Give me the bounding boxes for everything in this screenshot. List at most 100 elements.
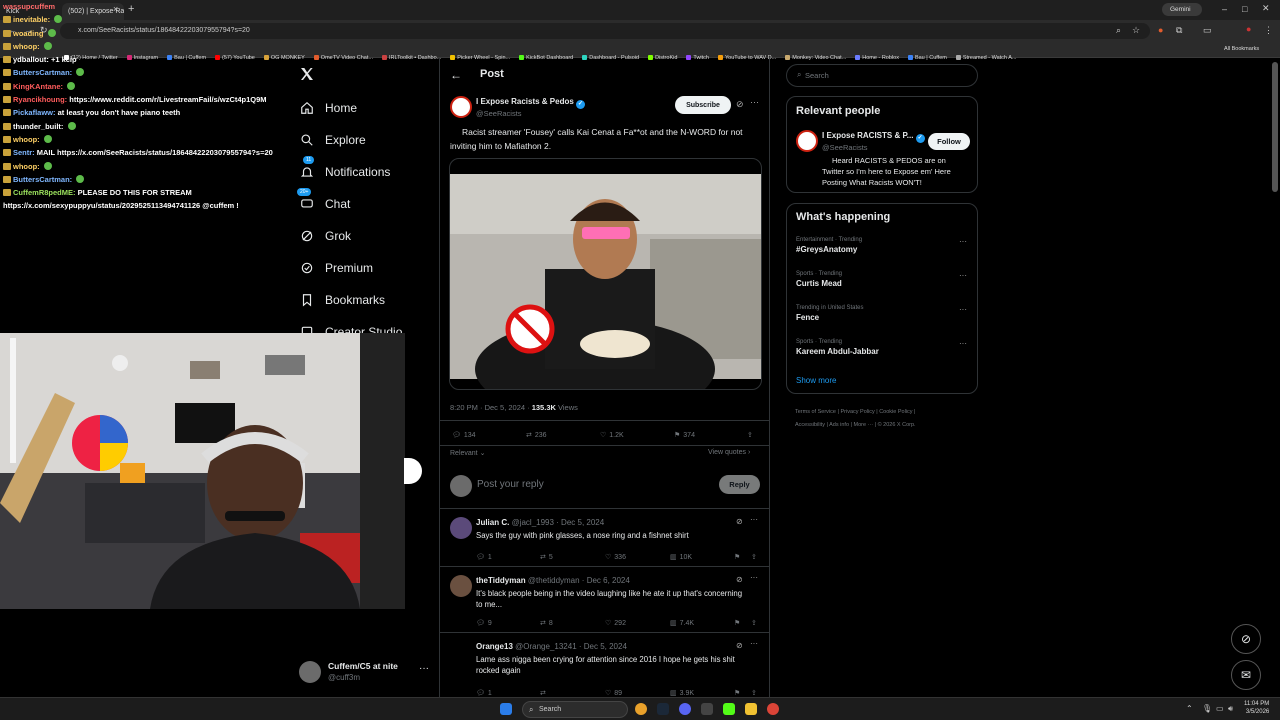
post-author-avatar[interactable] (450, 96, 472, 118)
share-icon[interactable]: ⇪ (751, 689, 757, 697)
bookmark-item[interactable]: OmeTV Video Chat... (313, 55, 373, 61)
menu-icon[interactable]: ⋮ (1264, 25, 1273, 36)
bookmark-action[interactable]: ⚑ 374 (674, 431, 695, 440)
reply-action[interactable]: 💬︎ 1 (476, 689, 492, 698)
grok-float-icon[interactable]: ⊘ (1231, 624, 1261, 654)
more-options-icon[interactable]: ··· (959, 237, 967, 246)
reply-action[interactable]: 💬︎ 1 (476, 553, 492, 562)
bookmark-icon[interactable]: ⚑ (734, 619, 740, 627)
footer-link[interactable]: © 2026 X Corp. (878, 422, 916, 428)
x-logo-icon[interactable] (299, 66, 317, 84)
more-options-icon[interactable]: ··· (959, 305, 967, 314)
repost-action[interactable]: ⇄ (540, 689, 549, 697)
kick-app-icon[interactable] (723, 703, 735, 715)
bookmark-icon[interactable]: ⚑ (734, 553, 740, 561)
post-video[interactable] (449, 158, 762, 390)
volume-icon[interactable]: 🔊︎ (1228, 704, 1233, 714)
nav-item-notifications[interactable]: Notifications (299, 160, 390, 184)
show-more-link[interactable]: Show more (796, 376, 836, 385)
trend-item[interactable]: Sports · Trending Curtis Mead ··· (796, 271, 971, 288)
more-options-icon[interactable]: ··· (750, 97, 759, 107)
chrome-canary-icon[interactable] (635, 703, 647, 715)
view-quotes-link[interactable]: View quotes › (708, 449, 750, 456)
follow-button[interactable]: Follow (928, 133, 970, 150)
footer-link[interactable]: Accessibility (795, 422, 825, 428)
search-input[interactable]: ⌕ Search (786, 64, 978, 87)
profile-icon[interactable]: ● (1246, 24, 1251, 34)
views-action[interactable]: ▥ 7.4K (670, 619, 694, 628)
trend-item[interactable]: Trending in United States Fence ··· (796, 305, 971, 322)
close-window-icon[interactable]: ✕ (1262, 3, 1270, 14)
nav-item-home[interactable]: Home (299, 96, 357, 120)
clock[interactable]: 11:04 PM 3/5/2026 (1244, 700, 1269, 716)
tray-chevron-icon[interactable]: ⌃ (1186, 704, 1193, 713)
start-icon[interactable] (500, 703, 512, 715)
obs-icon[interactable] (701, 703, 713, 715)
footer-link[interactable]: Cookie Policy (879, 409, 912, 415)
messages-float-icon[interactable]: ✉ (1231, 660, 1261, 690)
person-name[interactable]: I Expose RACISTS & P... ✓ (822, 131, 925, 143)
all-bookmarks-button[interactable]: All Bookmarks (1224, 46, 1259, 52)
repost-action[interactable]: ⇄ 5 (540, 553, 553, 562)
views-action[interactable]: ▥ 3.9K (670, 689, 694, 698)
scroll-arrow-button[interactable] (404, 458, 422, 484)
bookmark-item[interactable]: Bau | Cuffem (907, 55, 947, 61)
microphone-icon[interactable]: 🎙︎ (1202, 704, 1212, 713)
reply-avatar[interactable] (450, 641, 472, 663)
like-action[interactable]: ♡ 292 (605, 619, 626, 628)
person-avatar[interactable] (796, 130, 818, 152)
bookmark-icon[interactable]: ⚑ (734, 689, 740, 697)
bookmark-item[interactable]: Home - Roblox (855, 55, 899, 61)
share-icon[interactable]: ⇪ (747, 431, 753, 439)
post-author-name[interactable]: I Expose Racists & Pedos ✓ (476, 97, 586, 109)
more-options-icon[interactable]: ··· (750, 573, 758, 582)
steam-icon[interactable] (657, 703, 669, 715)
reply-author-name[interactable]: Julian C. (476, 518, 509, 527)
like-action[interactable]: ♡ 89 (605, 689, 622, 698)
taskbar-search[interactable]: ⌕ Search (522, 701, 628, 718)
reply-item[interactable]: Julian C. @jacl_1993 · Dec 5, 2024 ⊘ ··· Sa… (440, 508, 769, 566)
trend-item[interactable]: Entertainment · Trending #GreysAnatomy ··· (796, 237, 971, 254)
footer-link[interactable]: Terms of Service (795, 409, 836, 415)
more-options-icon[interactable]: ··· (959, 339, 967, 348)
repost-action[interactable]: ⇄ 8 (540, 619, 553, 628)
like-action[interactable]: ♡ 1.2K (600, 431, 624, 440)
file-explorer-icon[interactable] (745, 703, 757, 715)
footer-link[interactable]: More ··· (854, 422, 874, 428)
reply-author-name[interactable]: theTiddyman (476, 576, 526, 585)
repost-action[interactable]: ⇄ 236 (526, 431, 547, 440)
nav-item-grok[interactable]: Grok (299, 224, 351, 248)
reply-item[interactable]: theTiddyman @thetiddyman · Dec 6, 2024 ⊘ ·… (440, 566, 769, 632)
discord-icon[interactable] (679, 703, 691, 715)
reply-item[interactable]: Orange13 @Orange_13241 · Dec 5, 2024 ⊘ ···… (440, 632, 769, 702)
subscribe-button[interactable]: Subscribe (675, 96, 731, 114)
sidebar-icon[interactable]: ▭ (1203, 25, 1212, 36)
more-options-icon[interactable]: ··· (750, 639, 758, 648)
page-scrollbar[interactable] (1272, 62, 1278, 192)
nav-item-bookmarks[interactable]: Bookmarks (299, 288, 385, 312)
reply-avatar[interactable] (450, 575, 472, 597)
grok-icon[interactable]: ⊘ (736, 99, 744, 110)
maximize-icon[interactable]: □ (1242, 4, 1247, 14)
reply-avatar[interactable] (450, 517, 472, 539)
chrome-icon[interactable] (767, 703, 779, 715)
more-options-icon[interactable]: ··· (959, 271, 967, 280)
bookmark-item[interactable]: Streamed - Watch A... (955, 55, 1016, 61)
zoom-icon[interactable]: ⌕ (1116, 25, 1121, 36)
nav-item-explore[interactable]: Explore (299, 128, 366, 152)
grok-icon[interactable]: ⊘ (736, 575, 743, 584)
minimize-icon[interactable]: – (1222, 4, 1227, 14)
nav-item-premium[interactable]: Premium (299, 256, 373, 280)
reply-author-name[interactable]: Orange13 (476, 642, 513, 651)
share-icon[interactable]: ⇪ (751, 553, 757, 561)
footer-link[interactable]: Ads info (829, 422, 849, 428)
sort-dropdown[interactable]: Relevant ⌄ (450, 449, 485, 457)
reply-action[interactable]: 💬︎ 134 (452, 431, 476, 440)
reply-action[interactable]: 💬︎ 9 (476, 619, 492, 628)
network-icon[interactable]: ▭ (1216, 704, 1224, 713)
back-arrow-icon[interactable]: ← (450, 68, 462, 82)
reply-input[interactable]: Post your reply (477, 479, 544, 490)
bookmark-item[interactable]: IRLToolkit • Dashbo... (381, 55, 441, 61)
like-action[interactable]: ♡ 336 (605, 553, 626, 562)
extensions-icon[interactable]: ⧉ (1176, 25, 1182, 36)
